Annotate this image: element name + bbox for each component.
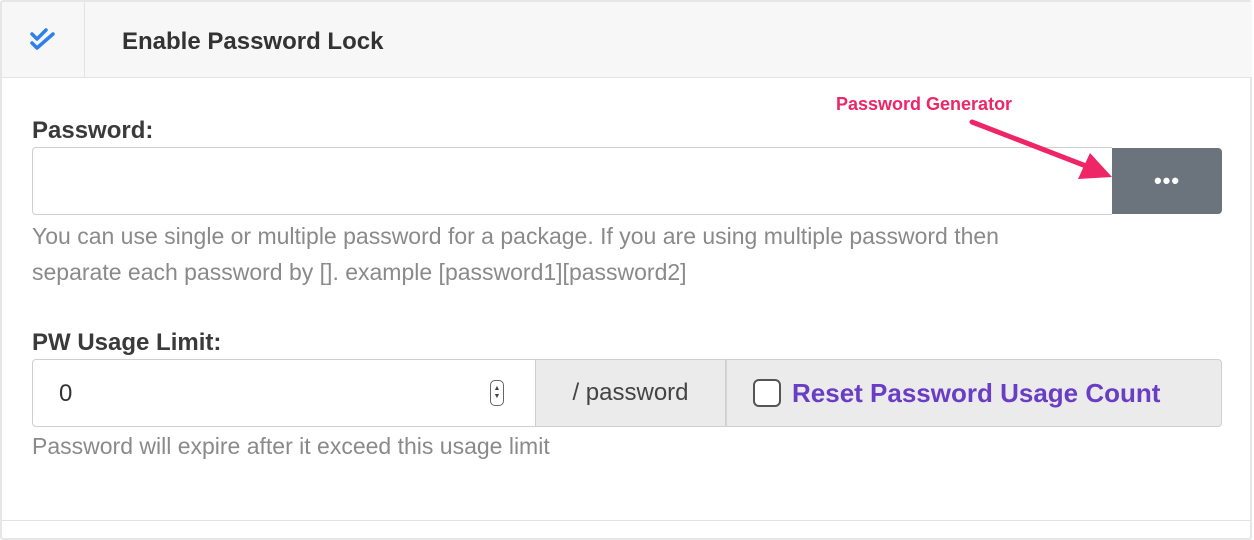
double-check-icon [30, 27, 55, 50]
usage-unit-addon: / password [536, 359, 726, 427]
password-input[interactable] [32, 147, 1112, 215]
usage-limit-input[interactable]: 0 ▲ ▼ [32, 359, 536, 427]
usage-limit-value: 0 [59, 380, 73, 407]
password-generator-button[interactable]: ••• [1112, 148, 1222, 214]
password-help-line-1: You can use single or multiple password … [32, 223, 999, 249]
password-help-line-2: separate each password by []. example [p… [32, 259, 687, 285]
reset-usage-label[interactable]: Reset Password Usage Count [792, 378, 1160, 409]
panel-title: Enable Password Lock [122, 28, 384, 55]
usage-limit-label: PW Usage Limit: [32, 329, 222, 356]
usage-limit-help: Password will expire after it exceed thi… [32, 433, 550, 459]
usage-limit-input-group: 0 ▲ ▼ / password Reset Password Usage Cou… [32, 359, 1222, 427]
bottom-divider [2, 520, 1252, 521]
password-label: Password: [32, 117, 154, 144]
header-icon-cell[interactable] [2, 2, 85, 77]
password-generator-annotation: Password Generator [836, 94, 1013, 114]
reset-usage-addon: Reset Password Usage Count [726, 359, 1222, 427]
reset-usage-checkbox[interactable] [753, 379, 781, 407]
panel-header: Enable Password Lock [2, 2, 1252, 78]
number-spinner-icon[interactable]: ▲ ▼ [490, 380, 504, 406]
ellipsis-icon: ••• [1153, 168, 1181, 193]
password-input-group: ••• [32, 147, 1222, 215]
